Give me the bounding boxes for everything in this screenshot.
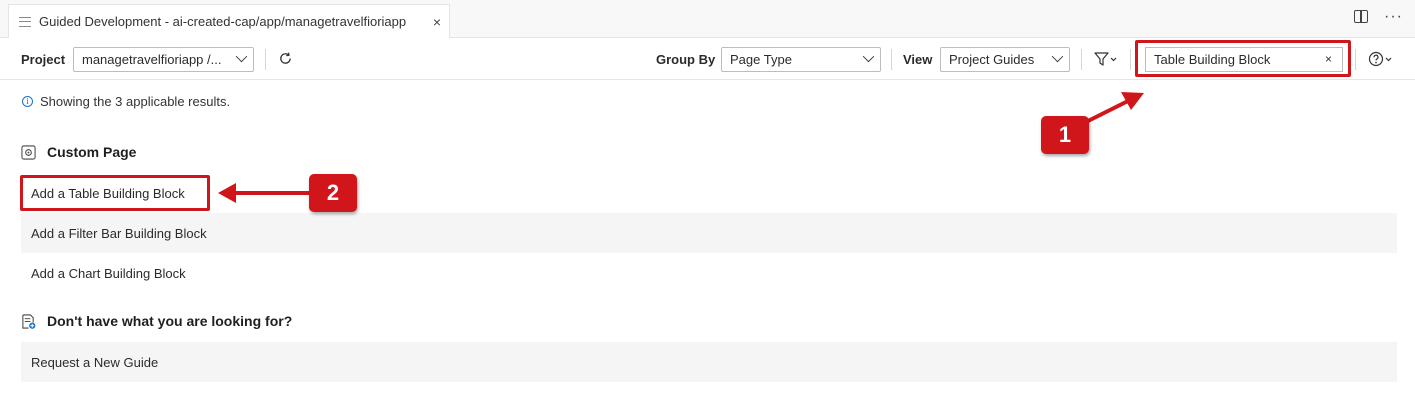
close-icon[interactable]: × <box>433 14 441 30</box>
chevron-down-icon <box>235 50 248 63</box>
custom-page-icon <box>21 144 36 160</box>
search-input[interactable]: Table Building Block × <box>1145 47 1343 72</box>
search-input-value: Table Building Block <box>1154 52 1271 67</box>
guide-item-label: Add a Filter Bar Building Block <box>31 225 207 241</box>
callout-badge-1: 1 <box>1041 116 1089 154</box>
tabbar-actions: ··· <box>1354 8 1403 24</box>
arrowhead-1 <box>1121 92 1144 110</box>
refresh-icon[interactable] <box>278 51 293 66</box>
group-by-select-value: Page Type <box>730 52 792 67</box>
guided-development-view: Guided Development - ai-created-cap/app/… <box>0 0 1415 405</box>
view-label: View <box>903 52 933 67</box>
guide-item-label: Add a Table Building Block <box>31 185 185 201</box>
section-title: Custom Page <box>47 144 137 160</box>
results-info: i Showing the 3 applicable results. <box>22 94 230 109</box>
toolbar: Project managetravelfioriapp /... Group … <box>0 38 1415 80</box>
guide-item-label: Request a New Guide <box>31 354 159 370</box>
divider <box>891 49 892 70</box>
request-guide-icon <box>22 313 36 329</box>
project-label: Project <box>21 52 66 67</box>
view-select-value: Project Guides <box>949 52 1035 67</box>
group-by-label: Group By <box>656 52 716 67</box>
split-editor-icon[interactable] <box>1354 10 1369 23</box>
divider <box>1081 49 1082 70</box>
editor-tab-bar: Guided Development - ai-created-cap/app/… <box>0 0 1415 38</box>
chevron-down-icon <box>862 50 875 63</box>
more-actions-icon[interactable]: ··· <box>1384 8 1403 24</box>
divider <box>1130 49 1131 70</box>
help-icon[interactable] <box>1368 50 1394 68</box>
chevron-down-icon <box>1051 50 1064 63</box>
view-select[interactable]: Project Guides <box>940 47 1070 72</box>
section-request-guide: Don't have what you are looking for? <box>21 313 292 329</box>
guide-item-add-chart-building-block[interactable]: Add a Chart Building Block <box>21 253 1397 293</box>
guide-item-label: Add a Chart Building Block <box>31 265 186 281</box>
tab-title: Guided Development - ai-created-cap/app/… <box>39 14 407 29</box>
arrow-line-1 <box>1080 98 1132 126</box>
project-select[interactable]: managetravelfioriapp /... <box>73 47 254 72</box>
guide-item-request-new-guide[interactable]: Request a New Guide <box>21 342 1397 382</box>
divider <box>1355 49 1356 70</box>
guide-item-add-filter-bar-building-block[interactable]: Add a Filter Bar Building Block <box>21 213 1397 253</box>
clear-search-icon[interactable]: × <box>1325 52 1332 66</box>
document-lines-icon <box>19 16 31 27</box>
project-select-value: managetravelfioriapp /... <box>82 52 222 67</box>
filter-icon[interactable] <box>1094 51 1118 67</box>
callout-badge-2: 2 <box>309 174 357 212</box>
divider <box>265 49 266 70</box>
section-custom-page: Custom Page <box>21 144 136 160</box>
editor-tab[interactable]: Guided Development - ai-created-cap/app/… <box>8 4 450 38</box>
results-info-text: Showing the 3 applicable results. <box>40 94 231 109</box>
group-by-select[interactable]: Page Type <box>721 47 881 72</box>
info-icon: i <box>22 96 33 107</box>
guide-item-add-table-building-block[interactable]: Add a Table Building Block <box>21 173 1397 213</box>
section-title: Don't have what you are looking for? <box>47 313 293 329</box>
